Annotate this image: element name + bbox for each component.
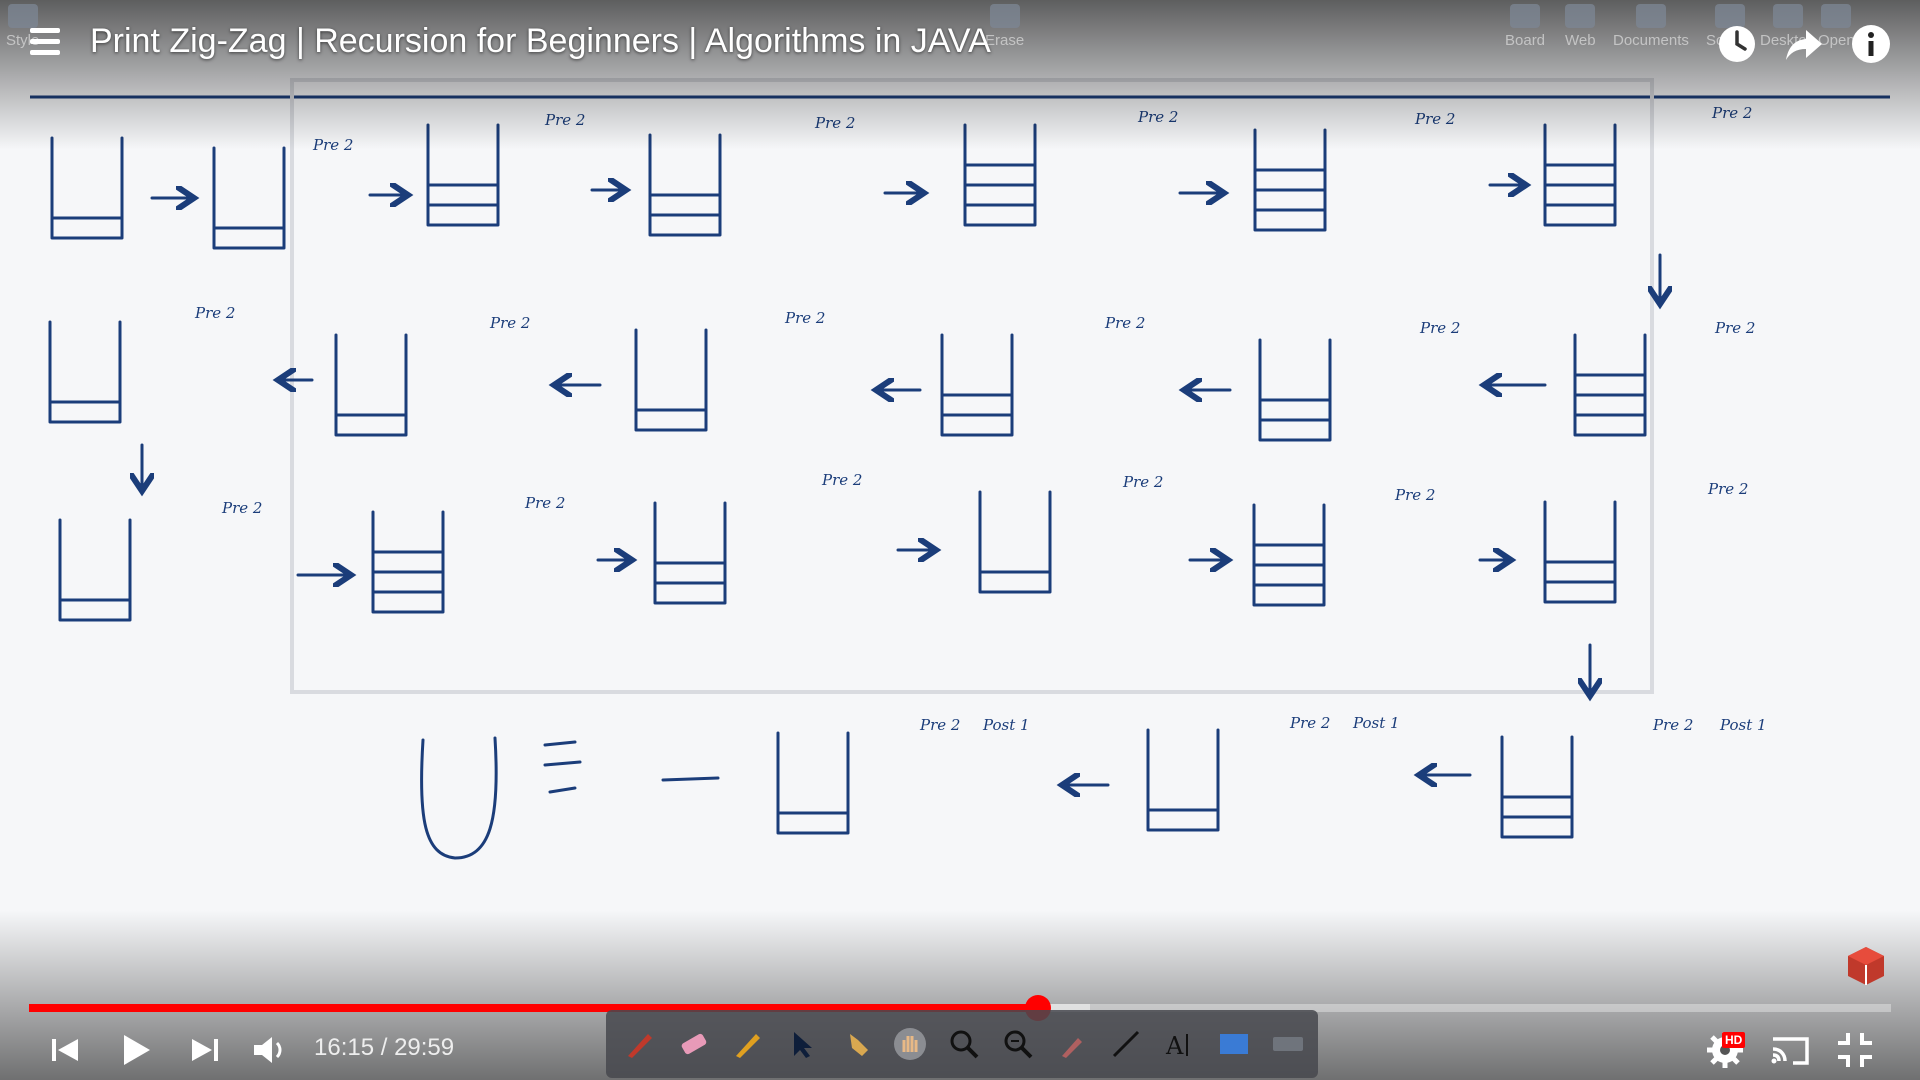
time-display: 16:15 / 29:59 (314, 1034, 455, 1061)
info-icon[interactable] (1849, 22, 1893, 66)
svg-text:Post 1: Post 1 (1719, 716, 1767, 734)
channel-watermark-icon[interactable] (1846, 945, 1886, 987)
select-tool-icon[interactable] (784, 1026, 820, 1062)
next-icon (192, 1039, 218, 1061)
volume-icon (254, 1037, 282, 1063)
cast-button[interactable] (1765, 1025, 1815, 1075)
eraser-tool-icon[interactable] (676, 1026, 712, 1062)
toolbar-web[interactable]: Web (1565, 4, 1596, 49)
keyboard-icon[interactable] (1270, 1026, 1306, 1062)
volume-button[interactable] (244, 1025, 294, 1075)
svg-text:Pre 2: Pre 2 (1394, 486, 1435, 504)
previous-button[interactable] (40, 1025, 90, 1075)
toolbar-board[interactable]: Board (1505, 4, 1545, 49)
next-button[interactable] (180, 1025, 230, 1075)
play-icon (124, 1035, 150, 1065)
pen-tool-icon[interactable] (622, 1026, 658, 1062)
share-icon[interactable] (1782, 22, 1826, 66)
svg-text:Post 1: Post 1 (1352, 714, 1400, 732)
line-tool-icon[interactable] (1108, 1026, 1144, 1062)
video-title[interactable]: Print Zig-Zag | Recursion for Beginners … (90, 22, 991, 61)
playlist-icon[interactable] (30, 28, 70, 62)
exit-fullscreen-icon (1838, 1033, 1872, 1067)
zoom-out-icon[interactable] (1000, 1026, 1036, 1062)
screen-capture-icon[interactable] (1216, 1026, 1252, 1062)
pointer-hand-icon[interactable] (838, 1026, 874, 1062)
clock-icon[interactable] (1715, 22, 1759, 66)
svg-text:Pre 2: Pre 2 (784, 309, 825, 327)
drawing-toolbar: A (606, 1010, 1318, 1078)
text-tool-icon[interactable]: A (1162, 1026, 1198, 1062)
svg-text:Pre 2: Pre 2 (1104, 314, 1145, 332)
svg-text:Pre 2: Pre 2 (1419, 319, 1460, 337)
pan-hand-icon[interactable] (892, 1026, 928, 1062)
svg-text:Pre 2: Pre 2 (1652, 716, 1693, 734)
svg-text:Post 1: Post 1 (982, 716, 1030, 734)
svg-text:A: A (1165, 1032, 1184, 1060)
svg-text:Pre 2: Pre 2 (821, 471, 862, 489)
previous-icon (52, 1039, 78, 1061)
svg-text:Pre 2: Pre 2 (1707, 480, 1748, 498)
svg-text:Pre 2: Pre 2 (221, 499, 262, 517)
play-button[interactable] (110, 1025, 160, 1075)
svg-text:Pre 2: Pre 2 (1122, 473, 1163, 491)
svg-text:Pre 2: Pre 2 (1289, 714, 1330, 732)
eyedropper-icon[interactable] (1054, 1026, 1090, 1062)
highlighter-tool-icon[interactable] (730, 1026, 766, 1062)
svg-text:Pre 2: Pre 2 (919, 716, 960, 734)
hd-badge: HD (1722, 1032, 1746, 1048)
svg-text:Pre 2: Pre 2 (489, 314, 530, 332)
exit-fullscreen-button[interactable] (1830, 1025, 1880, 1075)
cast-icon (1771, 1037, 1809, 1065)
svg-text:Pre 2: Pre 2 (1714, 319, 1755, 337)
toolbar-documents[interactable]: Documents (1613, 4, 1689, 49)
svg-text:Pre 2: Pre 2 (524, 494, 565, 512)
zoom-in-icon[interactable] (946, 1026, 982, 1062)
svg-text:Pre 2: Pre 2 (194, 304, 235, 322)
